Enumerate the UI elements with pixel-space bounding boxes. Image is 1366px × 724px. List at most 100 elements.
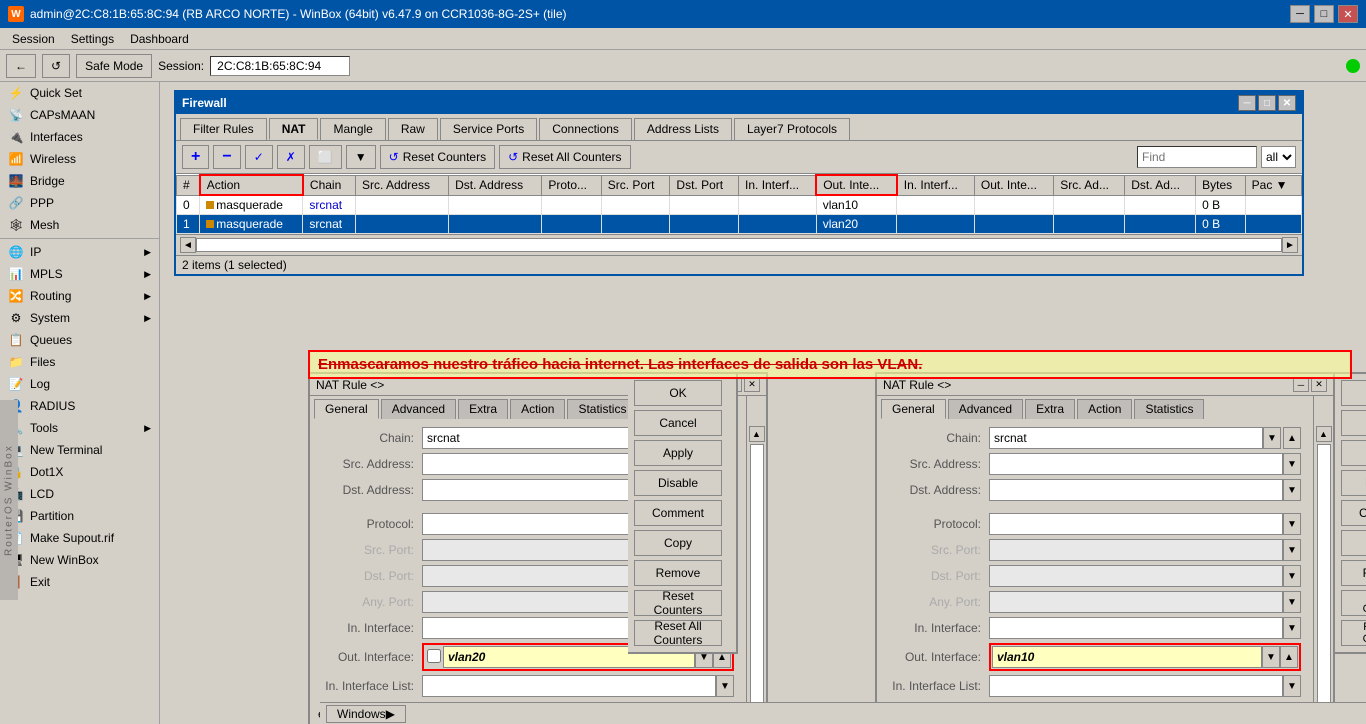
sidebar-item-routing[interactable]: 🔀 Routing — [0, 285, 159, 307]
remove-rule-btn[interactable]: − — [213, 145, 240, 169]
sidebar-item-log[interactable]: 📝 Log — [0, 373, 159, 395]
sidebar-item-mpls[interactable]: 📊 MPLS — [0, 263, 159, 285]
nat-right-dstport-dropdown[interactable]: ▼ — [1283, 565, 1301, 587]
sidebar-item-mesh[interactable]: 🕸 Mesh — [0, 214, 159, 236]
nat-right-out-iface-input[interactable] — [992, 646, 1262, 668]
safe-mode-btn[interactable]: Safe Mode — [76, 54, 152, 78]
nat-right-chain-dropdown[interactable]: ▼ — [1263, 427, 1281, 449]
fw-maximize-btn[interactable]: □ — [1258, 95, 1276, 111]
sidebar-item-ppp[interactable]: 🔗 PPP — [0, 192, 159, 214]
nat-right-tab-action[interactable]: Action — [1077, 399, 1132, 419]
copy-rule-btn[interactable]: ⬜ — [309, 145, 342, 169]
nat-right-reset-counters-btn[interactable]: Reset Counters — [1341, 590, 1366, 616]
maximize-btn[interactable]: □ — [1314, 5, 1334, 23]
nat-left-tab-action[interactable]: Action — [510, 399, 565, 419]
nat-right-minimize[interactable]: ─ — [1293, 378, 1309, 392]
fw-close-btn[interactable]: ✕ — [1278, 95, 1296, 111]
tab-nat[interactable]: NAT — [269, 118, 319, 140]
back-btn[interactable]: ← — [6, 54, 36, 78]
tab-service-ports[interactable]: Service Ports — [440, 118, 537, 140]
menu-settings[interactable]: Settings — [63, 30, 122, 48]
nat-left-close[interactable]: ✕ — [744, 378, 760, 392]
windows-btn[interactable]: Windows ▶ — [326, 705, 406, 723]
reset-counters-btn[interactable]: ↺ Reset Counters — [380, 145, 495, 169]
nat-left-cancel-btn[interactable]: Cancel — [634, 410, 722, 436]
sidebar-item-new-winbox[interactable]: 🖥 New WinBox — [0, 549, 159, 571]
nat-left-apply-btn[interactable]: Apply — [634, 440, 722, 466]
table-row[interactable]: 1 masquerade srcnat vlan20 — [177, 215, 1302, 234]
filter-btn[interactable]: ▼ — [346, 145, 376, 169]
nat-left-remove-btn[interactable]: Remove — [634, 560, 722, 586]
sidebar-item-system[interactable]: ⚙ System — [0, 307, 159, 329]
add-rule-btn[interactable]: + — [182, 145, 209, 169]
nat-right-chain-input[interactable] — [989, 427, 1263, 449]
tab-filter-rules[interactable]: Filter Rules — [180, 118, 267, 140]
nat-right-apply-btn[interactable]: Apply — [1341, 440, 1366, 466]
nat-right-remove-btn[interactable]: Remove — [1341, 560, 1366, 586]
nat-right-cancel-btn[interactable]: Cancel — [1341, 410, 1366, 436]
nat-right-dst-input[interactable] — [989, 479, 1283, 501]
nat-left-comment-btn[interactable]: Comment — [634, 500, 722, 526]
sidebar-item-ip[interactable]: 🌐 IP — [0, 241, 159, 263]
sidebar-item-make-supout[interactable]: 📄 Make Supout.rif — [0, 527, 159, 549]
minimize-btn[interactable]: ─ — [1290, 5, 1310, 23]
nat-left-tab-extra[interactable]: Extra — [458, 399, 508, 419]
sidebar-item-interfaces[interactable]: 🔌 Interfaces — [0, 126, 159, 148]
nat-right-protocol-input[interactable] — [989, 513, 1283, 535]
tab-layer7[interactable]: Layer7 Protocols — [734, 118, 850, 140]
nat-right-chain-scroll[interactable]: ▲ — [1283, 427, 1301, 449]
forward-btn[interactable]: ↺ — [42, 54, 70, 78]
nat-right-in-iface-list-dropdown[interactable]: ▼ — [1283, 675, 1301, 697]
sidebar-item-partition[interactable]: 💾 Partition — [0, 505, 159, 527]
sidebar-item-dot1x[interactable]: 🔒 Dot1X — [0, 461, 159, 483]
nat-right-reset-all-btn[interactable]: Reset All Counters — [1341, 620, 1366, 646]
nat-left-ok-btn[interactable]: OK — [634, 380, 722, 406]
nat-right-anyport-dropdown[interactable]: ▼ — [1283, 591, 1301, 613]
nat-left-reset-all-btn[interactable]: Reset All Counters — [634, 620, 722, 646]
nat-right-src-dropdown[interactable]: ▼ — [1283, 453, 1301, 475]
nat-left-out-iface-check[interactable] — [427, 649, 441, 663]
nat-right-tab-advanced[interactable]: Advanced — [948, 399, 1023, 419]
menu-session[interactable]: Session — [4, 30, 63, 48]
nat-right-ok-btn[interactable]: OK — [1341, 380, 1366, 406]
nat-left-in-iface-list-dropdown[interactable]: ▼ — [716, 675, 734, 697]
find-input[interactable] — [1137, 146, 1257, 168]
nat-right-out-iface-scroll[interactable]: ▲ — [1280, 646, 1298, 668]
table-scroll-right[interactable]: ► — [1282, 237, 1298, 253]
nat-right-dstport-input[interactable] — [989, 565, 1283, 587]
nat-right-comment-btn[interactable]: Comment — [1341, 500, 1366, 526]
tab-connections[interactable]: Connections — [539, 118, 632, 140]
nat-right-copy-btn[interactable]: Copy — [1341, 530, 1366, 556]
sidebar-item-files[interactable]: 📁 Files — [0, 351, 159, 373]
nat-right-disable-btn[interactable]: Disable — [1341, 470, 1366, 496]
table-row[interactable]: 0 masquerade srcnat vlan10 — [177, 195, 1302, 215]
nat-left-reset-counters-btn[interactable]: Reset Counters — [634, 590, 722, 616]
sidebar-item-radius[interactable]: 👤 RADIUS — [0, 395, 159, 417]
nat-right-tab-extra[interactable]: Extra — [1025, 399, 1075, 419]
sidebar-item-bridge[interactable]: 🌉 Bridge — [0, 170, 159, 192]
nat-left-in-iface-list-input[interactable] — [422, 675, 716, 697]
edit-rule-btn[interactable]: ✓ — [245, 145, 273, 169]
nat-right-tab-general[interactable]: General — [881, 399, 946, 419]
menu-dashboard[interactable]: Dashboard — [122, 30, 197, 48]
nat-right-srcport-input[interactable] — [989, 539, 1283, 561]
tab-address-lists[interactable]: Address Lists — [634, 118, 732, 140]
nat-left-disable-btn[interactable]: Disable — [634, 470, 722, 496]
nat-right-in-iface-input[interactable] — [989, 617, 1283, 639]
nat-right-tab-statistics[interactable]: Statistics — [1134, 399, 1204, 419]
fw-minimize-btn[interactable]: ─ — [1238, 95, 1256, 111]
close-btn[interactable]: ✕ — [1338, 5, 1358, 23]
nat-left-tab-advanced[interactable]: Advanced — [381, 399, 456, 419]
nat-right-protocol-dropdown[interactable]: ▼ — [1283, 513, 1301, 535]
nat-right-scroll-up[interactable]: ▲ — [1316, 426, 1332, 442]
nat-right-in-iface-list-input[interactable] — [989, 675, 1283, 697]
tab-mangle[interactable]: Mangle — [320, 118, 385, 140]
sidebar-item-lcd[interactable]: 📺 LCD — [0, 483, 159, 505]
nat-left-scroll-up[interactable]: ▲ — [749, 426, 765, 442]
table-scroll-left[interactable]: ◄ — [180, 237, 196, 253]
delete-rule-btn[interactable]: ✗ — [277, 145, 305, 169]
tab-raw[interactable]: Raw — [388, 118, 438, 140]
nat-right-anyport-input[interactable] — [989, 591, 1283, 613]
nat-right-src-input[interactable] — [989, 453, 1283, 475]
reset-all-counters-btn[interactable]: ↺ Reset All Counters — [499, 145, 630, 169]
